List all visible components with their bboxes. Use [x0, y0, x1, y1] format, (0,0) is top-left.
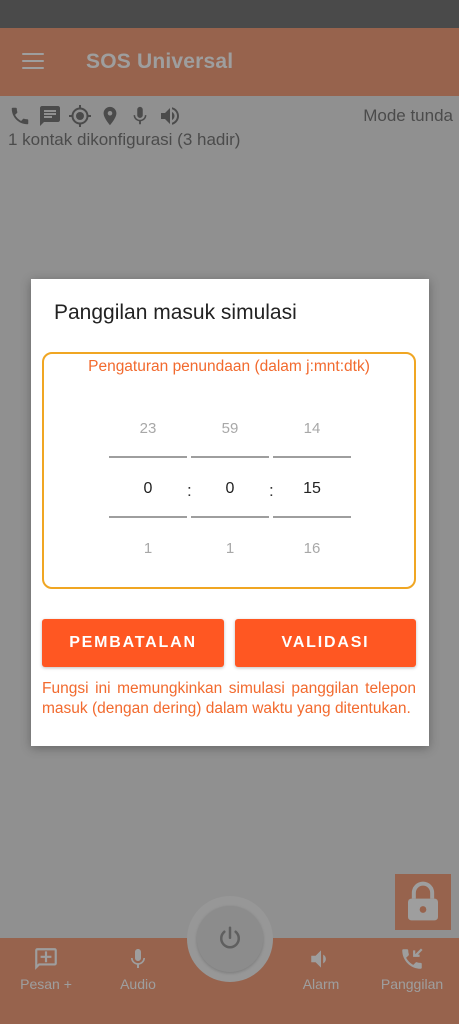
hours-value[interactable]: 0	[109, 480, 187, 498]
hours-picker[interactable]: 23 0 1	[109, 354, 187, 587]
seconds-prev[interactable]: 14	[273, 420, 351, 437]
dialog-info-text: Fungsi ini memungkinkan simulasi panggil…	[42, 680, 416, 717]
dialog-title: Panggilan masuk simulasi	[54, 301, 297, 324]
seconds-value[interactable]: 15	[273, 480, 351, 498]
simulate-incoming-call-dialog: Panggilan masuk simulasi Pengaturan penu…	[31, 279, 429, 746]
picker-divider	[191, 516, 269, 518]
minutes-next[interactable]: 1	[191, 540, 269, 557]
picker-divider	[109, 456, 187, 458]
delay-picker-box: Pengaturan penundaan (dalam j:mnt:dtk) 2…	[42, 352, 416, 589]
picker-divider	[273, 456, 351, 458]
cancel-button[interactable]: PEMBATALAN	[42, 619, 224, 667]
seconds-picker[interactable]: 14 15 16	[273, 354, 351, 587]
seconds-next[interactable]: 16	[273, 540, 351, 557]
minutes-prev[interactable]: 59	[191, 420, 269, 437]
picker-divider	[191, 456, 269, 458]
minutes-value[interactable]: 0	[191, 480, 269, 498]
hours-next[interactable]: 1	[109, 540, 187, 557]
picker-divider	[109, 516, 187, 518]
status-bar	[0, 0, 459, 28]
validate-button[interactable]: VALIDASI	[235, 619, 416, 667]
hours-prev[interactable]: 23	[109, 420, 187, 437]
minutes-picker[interactable]: 59 0 1	[191, 354, 269, 587]
picker-divider	[273, 516, 351, 518]
